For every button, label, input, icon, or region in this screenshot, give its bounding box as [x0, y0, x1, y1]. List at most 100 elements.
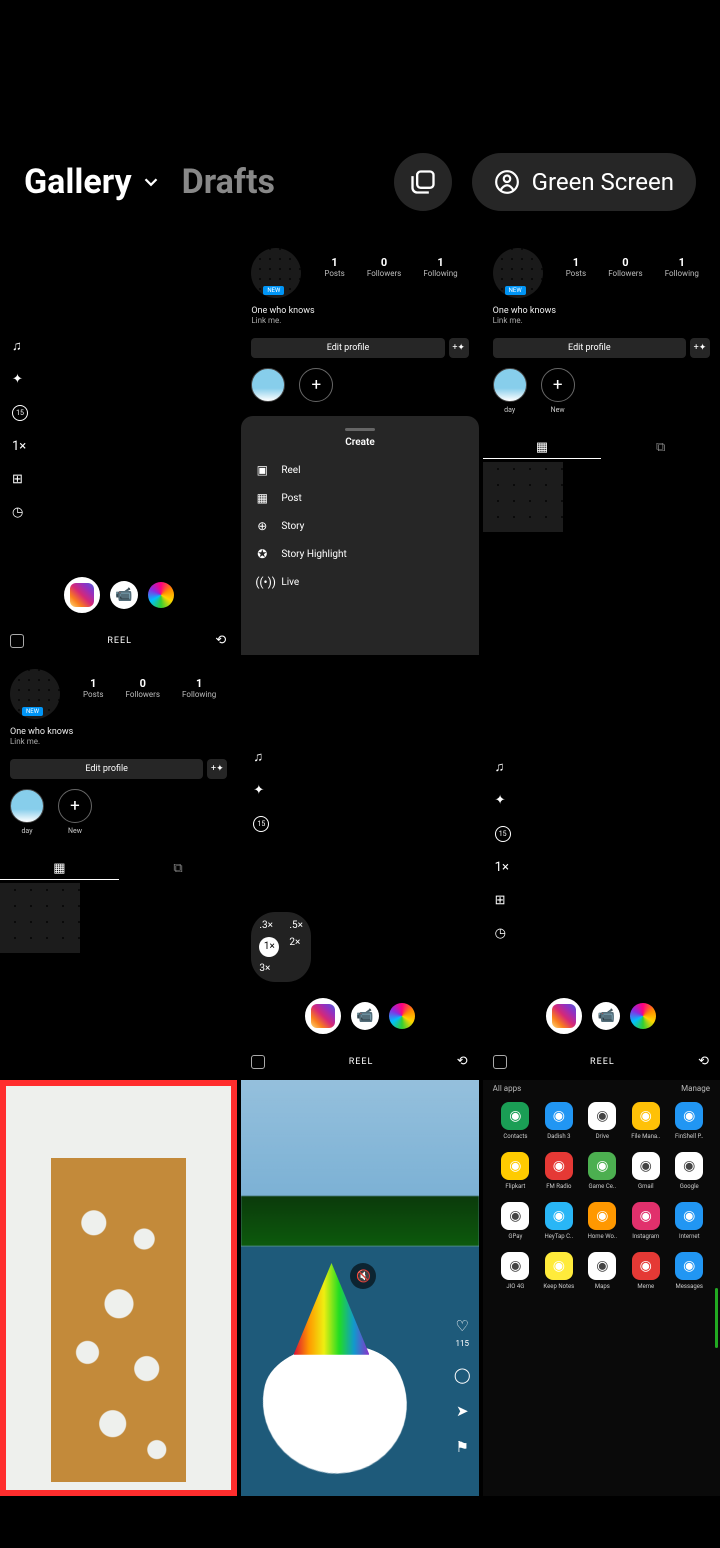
- timer-icon: 15: [495, 826, 511, 842]
- shutter-button[interactable]: [305, 998, 341, 1034]
- create-highlight[interactable]: ✪Story Highlight: [241, 540, 478, 568]
- app-meme[interactable]: ◉Meme: [627, 1252, 664, 1290]
- treeline: [241, 1196, 478, 1246]
- app-flipkart[interactable]: ◉Flipkart: [497, 1152, 534, 1190]
- gallery-thumb[interactable]: NEW 1Posts 0Followers 1Following One who…: [241, 238, 478, 655]
- gallery-thumb[interactable]: ♫ ✦ 15 1× ⊞ ◷ 📹 REEL ⟲: [0, 238, 237, 655]
- sparkle-icon: ✦: [12, 372, 28, 387]
- app-maps[interactable]: ◉Maps: [584, 1252, 621, 1290]
- color-effect-button[interactable]: [389, 1003, 415, 1029]
- effects-button[interactable]: 📹: [110, 581, 138, 609]
- tab-tagged[interactable]: ⧉: [601, 440, 720, 459]
- story-day[interactable]: [251, 368, 285, 402]
- color-effect-button[interactable]: [148, 582, 174, 608]
- story-add[interactable]: +: [58, 789, 92, 823]
- tab-posts-grid[interactable]: ▦: [0, 861, 119, 880]
- zoom-1[interactable]: 1×: [259, 937, 279, 957]
- color-effect-button[interactable]: [630, 1003, 656, 1029]
- shutter-button[interactable]: [64, 577, 100, 613]
- gallery-picker-header: Gallery Drafts Green Screen: [0, 150, 720, 214]
- app-icon: ◉: [632, 1102, 660, 1130]
- app-contacts[interactable]: ◉Contacts: [497, 1102, 534, 1140]
- effects-button[interactable]: 📹: [351, 1002, 379, 1030]
- app-icon: ◉: [588, 1252, 616, 1280]
- green-screen-button[interactable]: Green Screen: [472, 153, 696, 211]
- gallery-thumb-selected[interactable]: [0, 1080, 237, 1497]
- zoom-0.5[interactable]: .5×: [289, 920, 303, 931]
- sheet-handle[interactable]: [345, 428, 375, 431]
- story-add[interactable]: +: [541, 368, 575, 402]
- create-reel[interactable]: ▣Reel: [241, 456, 478, 484]
- gallery-thumb[interactable]: 🔇 ♡ 115 ◯ ➤ ⚑: [241, 1080, 478, 1497]
- discover-people-button[interactable]: +✦: [690, 338, 710, 358]
- share-icon[interactable]: ➤: [456, 1402, 469, 1420]
- app-dadish-3[interactable]: ◉Dadish 3: [540, 1102, 577, 1140]
- app-gmail[interactable]: ◉Gmail: [627, 1152, 664, 1190]
- app-jio-4g[interactable]: ◉JIO 4G: [497, 1252, 534, 1290]
- app-heytap-c-[interactable]: ◉HeyTap C..: [540, 1202, 577, 1240]
- app-game-ce-[interactable]: ◉Game Ce..: [584, 1152, 621, 1190]
- manage-label: Manage: [681, 1084, 710, 1093]
- like-icon[interactable]: ♡: [456, 1317, 469, 1335]
- gallery-thumb[interactable]: NEW 1Posts 0Followers 1Following One who…: [483, 238, 720, 655]
- profile-post-thumb[interactable]: [483, 462, 563, 532]
- edit-profile-button[interactable]: Edit profile: [10, 759, 203, 779]
- app-icon: ◉: [501, 1102, 529, 1130]
- app-google[interactable]: ◉Google: [671, 1152, 708, 1190]
- new-badge: NEW: [22, 707, 43, 716]
- app-drive[interactable]: ◉Drive: [584, 1102, 621, 1140]
- tab-tagged[interactable]: ⧉: [119, 861, 238, 880]
- app-label: Meme: [637, 1283, 654, 1290]
- app-file-mana-[interactable]: ◉File Mana..: [627, 1102, 664, 1140]
- reel-mode-label: REEL: [265, 1057, 456, 1067]
- app-fm-radio[interactable]: ◉FM Radio: [540, 1152, 577, 1190]
- gallery-thumb[interactable]: NEW 1Posts 0Followers 1Following One who…: [0, 659, 237, 1076]
- gallery-thumb[interactable]: All apps Manage ◉Contacts◉Dadish 3◉Drive…: [483, 1080, 720, 1497]
- zoom-3[interactable]: 3×: [259, 963, 279, 974]
- profile-bio: One who knows Link me.: [251, 306, 314, 325]
- profile-bio: One who knows Link me.: [10, 727, 73, 746]
- create-live[interactable]: ((•))Live: [241, 568, 478, 596]
- gallery-thumb[interactable]: ♫ ✦ 15 .3× .5× 1× 2× 3× 📹 REEL ⟲: [241, 659, 478, 1076]
- edit-profile-button[interactable]: Edit profile: [251, 338, 444, 358]
- app-gpay[interactable]: ◉GPay: [497, 1202, 534, 1240]
- tab-drafts[interactable]: Drafts: [182, 162, 275, 202]
- zoom-2[interactable]: 2×: [289, 937, 303, 957]
- zoom-0.3[interactable]: .3×: [259, 920, 279, 931]
- music-icon: ♫: [12, 338, 28, 354]
- discover-people-button[interactable]: +✦: [207, 759, 227, 779]
- tab-gallery[interactable]: Gallery: [24, 162, 162, 202]
- shutter-button[interactable]: [546, 998, 582, 1034]
- tab-posts-grid[interactable]: ▦: [483, 440, 602, 459]
- app-internet[interactable]: ◉Internet: [671, 1202, 708, 1240]
- multi-select-button[interactable]: [394, 153, 452, 211]
- effects-button[interactable]: 📹: [592, 1002, 620, 1030]
- story-day[interactable]: [10, 789, 44, 823]
- profile-post-thumb[interactable]: [0, 883, 80, 953]
- app-home-wo-[interactable]: ◉Home Wo..: [584, 1202, 621, 1240]
- app-label: GPay: [508, 1233, 522, 1240]
- app-label: JIO 4G: [506, 1283, 524, 1290]
- story-day[interactable]: [493, 368, 527, 402]
- media-grid: ♫ ✦ 15 1× ⊞ ◷ 📹 REEL ⟲ NEW 1Posts 0Follo…: [0, 238, 720, 1496]
- app-label: FM Radio: [546, 1183, 571, 1190]
- create-post[interactable]: ▦Post: [241, 484, 478, 512]
- app-messages[interactable]: ◉Messages: [671, 1252, 708, 1290]
- create-story[interactable]: ⊕Story: [241, 512, 478, 540]
- tripod-icon: 📹: [356, 1008, 373, 1024]
- comment-icon[interactable]: ◯: [454, 1366, 471, 1384]
- app-instagram[interactable]: ◉Instagram: [627, 1202, 664, 1240]
- discover-people-button[interactable]: +✦: [449, 338, 469, 358]
- create-bottom-sheet: Create ▣Reel ▦Post ⊕Story ✪Story Highlig…: [241, 416, 478, 655]
- profile-stats: 1Posts 0Followers 1Following: [555, 256, 710, 278]
- app-label: Drive: [596, 1133, 609, 1140]
- edit-profile-button[interactable]: Edit profile: [493, 338, 686, 358]
- story-add[interactable]: +: [299, 368, 333, 402]
- gallery-mini-icon: [251, 1055, 265, 1069]
- app-icon: ◉: [675, 1102, 703, 1130]
- zoom-selector[interactable]: .3× .5× 1× 2× 3×: [251, 912, 311, 982]
- save-icon[interactable]: ⚑: [456, 1438, 469, 1456]
- app-finshell-p-[interactable]: ◉FinShell P..: [671, 1102, 708, 1140]
- app-keep-notes[interactable]: ◉Keep Notes: [540, 1252, 577, 1290]
- gallery-thumb[interactable]: ♫ ✦ 15 1× ⊞ ◷ 📹 REEL ⟲: [483, 659, 720, 1076]
